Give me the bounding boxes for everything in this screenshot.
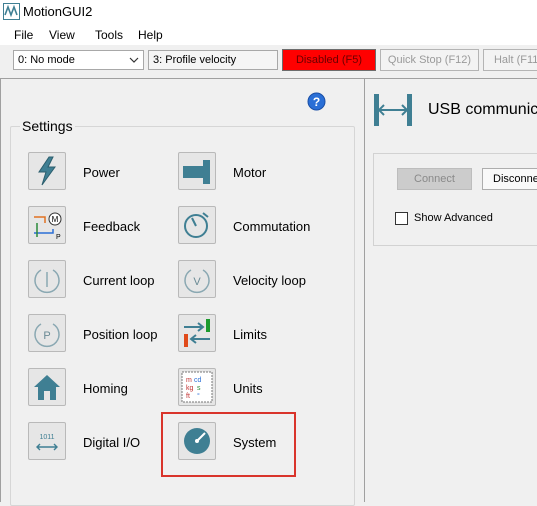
menu-file[interactable]: File (14, 28, 33, 42)
connection-panel (365, 78, 537, 502)
svg-text:°: ° (197, 392, 200, 400)
disabled-state-button[interactable]: Disabled (F5) (282, 49, 376, 71)
chevron-down-icon (129, 57, 139, 63)
svg-text:P: P (56, 234, 61, 241)
units-button[interactable]: m cd kg s ft ° (178, 368, 216, 406)
homing-label: Homing (83, 381, 128, 396)
system-highlight-box (161, 412, 296, 477)
help-icon[interactable]: ? (307, 92, 326, 111)
menu-view[interactable]: View (49, 28, 75, 42)
connect-button[interactable]: Connect (397, 168, 472, 190)
connection-group (373, 153, 537, 246)
app-icon (3, 3, 20, 20)
svg-text:M: M (52, 215, 59, 224)
svg-text:?: ? (313, 95, 320, 109)
units-label: Units (233, 381, 263, 396)
power-icon (38, 156, 56, 186)
homing-button[interactable] (28, 368, 66, 406)
limits-icon (184, 319, 210, 347)
commutation-icon (184, 212, 209, 238)
velocity-loop-button[interactable]: V (178, 260, 216, 298)
motor-icon (183, 160, 210, 184)
current-loop-label: Current loop (83, 273, 155, 288)
menu-bar: File View Tools Help (0, 24, 537, 45)
commutation-label: Commutation (233, 219, 311, 234)
homing-icon (34, 375, 60, 400)
show-advanced-label: Show Advanced (414, 212, 493, 224)
position-loop-button[interactable]: P (28, 314, 66, 352)
velocity-loop-label: Velocity loop (233, 273, 306, 288)
current-loop-icon (34, 269, 60, 294)
svg-text:P: P (43, 330, 50, 342)
toolbar: 0: No mode 3: Profile velocity Disabled … (0, 45, 537, 77)
velocity-loop-icon: V (184, 269, 210, 294)
commutation-button[interactable] (178, 206, 216, 244)
operation-mode-field: 3: Profile velocity (148, 50, 278, 70)
svg-text:s: s (197, 385, 201, 392)
connection-title: USB communic (428, 101, 537, 118)
usb-connection-icon (374, 94, 412, 126)
feedback-button[interactable]: M P (28, 206, 66, 244)
svg-text:kg: kg (186, 385, 194, 392)
power-label: Power (83, 165, 120, 180)
digital-io-button[interactable]: 1011 (28, 422, 66, 460)
digital-io-label: Digital I/O (83, 435, 141, 450)
motor-label: Motor (233, 165, 267, 180)
limits-label: Limits (233, 327, 267, 342)
mode-select-value: 0: No mode (18, 54, 75, 66)
menu-tools[interactable]: Tools (95, 28, 123, 42)
svg-text:cd: cd (194, 377, 202, 384)
feedback-icon: M P (34, 212, 62, 241)
mode-select[interactable]: 0: No mode (13, 50, 144, 70)
position-loop-icon: P (34, 323, 60, 348)
digital-io-icon: 1011 (36, 434, 58, 451)
disconnect-button[interactable]: Disconne (482, 168, 537, 190)
settings-title: Settings (20, 118, 75, 134)
svg-text:1011: 1011 (39, 434, 54, 441)
limits-button[interactable] (178, 314, 216, 352)
svg-text:m: m (186, 377, 192, 384)
svg-text:ft: ft (186, 393, 190, 400)
menu-help[interactable]: Help (138, 28, 163, 42)
position-loop-label: Position loop (83, 327, 158, 342)
quick-stop-button[interactable]: Quick Stop (F12) (380, 49, 479, 71)
svg-text:V: V (193, 276, 201, 288)
power-button[interactable] (28, 152, 66, 190)
show-advanced-checkbox[interactable] (395, 212, 408, 225)
units-icon: m cd kg s ft ° (181, 371, 213, 403)
feedback-label: Feedback (83, 219, 141, 234)
halt-button[interactable]: Halt (F11) (483, 49, 537, 71)
operation-mode-value: 3: Profile velocity (153, 54, 237, 66)
window-title: MotionGUI2 (23, 4, 93, 19)
motor-button[interactable] (178, 152, 216, 190)
current-loop-button[interactable] (28, 260, 66, 298)
